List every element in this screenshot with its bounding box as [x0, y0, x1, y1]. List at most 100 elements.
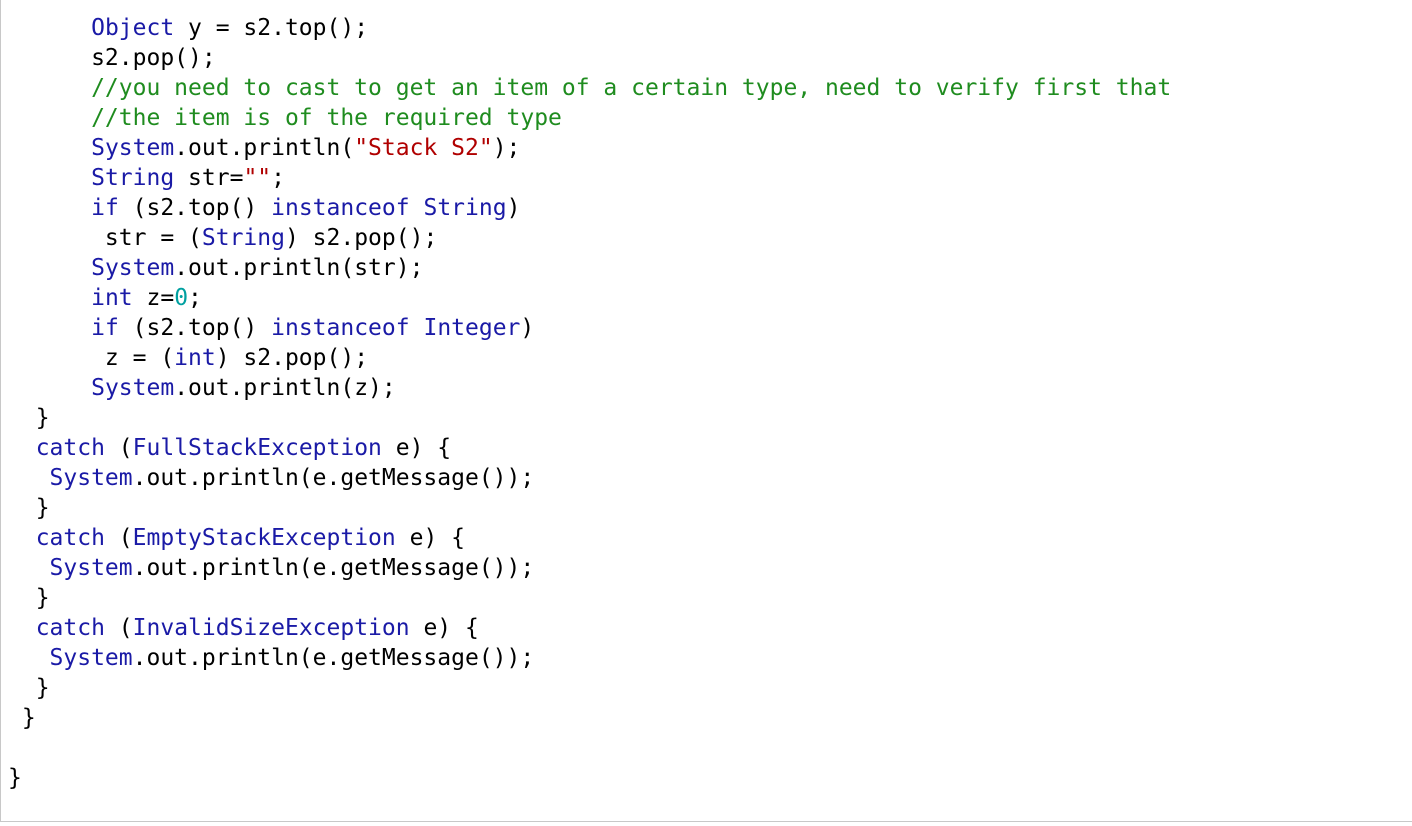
code-token: }: [8, 405, 50, 431]
code-line: catch (InvalidSizeException e) {: [8, 613, 1171, 643]
code-token: }: [8, 765, 22, 791]
code-token: ): [506, 195, 521, 221]
code-token: instanceof: [271, 315, 410, 341]
code-token: ) s2.pop();: [284, 225, 438, 251]
code-token: }: [8, 585, 50, 611]
code-line: }: [8, 703, 1171, 733]
code-token: );: [492, 135, 521, 161]
code-token: .out.println(: [174, 135, 355, 161]
code-token: e) {: [409, 615, 479, 641]
code-line: z = (int) s2.pop();: [8, 343, 1171, 373]
code-line: System.out.println(str);: [8, 253, 1171, 283]
code-line: }: [8, 763, 1171, 793]
code-token: z = (: [8, 345, 175, 371]
code-text[interactable]: Object y = s2.top(); s2.pop(); //you nee…: [8, 13, 1171, 793]
code-token: (s2.top(): [118, 315, 272, 341]
code-token: System: [49, 555, 133, 581]
code-token: y = s2.top();: [174, 15, 369, 41]
code-token: .out.println(e.getMessage());: [132, 555, 535, 581]
code-editor[interactable]: Object y = s2.top(); s2.pop(); //you nee…: [0, 0, 1412, 822]
code-line: System.out.println("Stack S2");: [8, 133, 1171, 163]
code-line: System.out.println(z);: [8, 373, 1171, 403]
code-token: .out.println(str);: [174, 255, 424, 281]
code-token: }: [8, 705, 36, 731]
code-token: //the item is of the required type: [8, 105, 562, 131]
code-token: s2.pop();: [8, 45, 216, 71]
code-line: Object y = s2.top();: [8, 13, 1171, 43]
code-line: catch (EmptyStackException e) {: [8, 523, 1171, 553]
code-token: //you need to cast to get an item of a c…: [8, 75, 1172, 101]
code-token: int: [91, 285, 133, 311]
code-token: (: [104, 615, 133, 641]
code-line: int z=0;: [8, 283, 1171, 313]
code-token: Object: [91, 15, 175, 41]
code-line: String str="";: [8, 163, 1171, 193]
code-token: instanceof: [271, 195, 410, 221]
code-token: ): [520, 315, 535, 341]
code-token: }: [8, 675, 50, 701]
code-token: e) {: [381, 435, 452, 461]
code-token: }: [8, 495, 50, 521]
code-line: }: [8, 403, 1171, 433]
code-line: //you need to cast to get an item of a c…: [8, 73, 1171, 103]
code-token: ) s2.pop();: [215, 345, 369, 371]
code-token: Integer: [423, 315, 521, 341]
code-line: System.out.println(e.getMessage());: [8, 553, 1171, 583]
code-token: InvalidSizeException: [132, 615, 410, 641]
code-token: catch: [35, 435, 105, 461]
code-token: ;: [188, 285, 202, 311]
code-token: str=: [174, 165, 244, 191]
code-token: "": [243, 165, 272, 191]
code-line: s2.pop();: [8, 43, 1171, 73]
code-token: ;: [271, 165, 285, 191]
code-token: System: [91, 375, 175, 401]
code-token: EmptyStackException: [132, 525, 396, 551]
code-line: //the item is of the required type: [8, 103, 1171, 133]
code-token: "Stack S2": [354, 135, 493, 161]
code-token: (: [104, 435, 133, 461]
code-token: System: [91, 255, 175, 281]
code-token: (s2.top(): [118, 195, 272, 221]
code-token: if: [91, 195, 119, 221]
code-token: System: [49, 645, 133, 671]
code-token: catch: [35, 525, 105, 551]
code-token: if: [91, 315, 119, 341]
code-line: if (s2.top() instanceof String): [8, 193, 1171, 223]
code-token: .out.println(z);: [174, 375, 396, 401]
code-line: System.out.println(e.getMessage());: [8, 643, 1171, 673]
code-line: System.out.println(e.getMessage());: [8, 463, 1171, 493]
code-token: z=: [132, 285, 175, 311]
code-token: FullStackException: [132, 435, 382, 461]
code-token: str = (: [8, 225, 202, 251]
code-token: .out.println(e.getMessage());: [132, 645, 535, 671]
code-token: String: [91, 165, 175, 191]
code-token: catch: [35, 615, 105, 641]
code-line: }: [8, 673, 1171, 703]
code-token: String: [423, 195, 507, 221]
code-token: String: [201, 225, 285, 251]
code-line: catch (FullStackException e) {: [8, 433, 1171, 463]
code-line: if (s2.top() instanceof Integer): [8, 313, 1171, 343]
code-line: }: [8, 493, 1171, 523]
code-token: .out.println(e.getMessage());: [132, 465, 535, 491]
code-line: }: [8, 583, 1171, 613]
code-token: System: [49, 465, 133, 491]
code-token: (: [104, 525, 133, 551]
